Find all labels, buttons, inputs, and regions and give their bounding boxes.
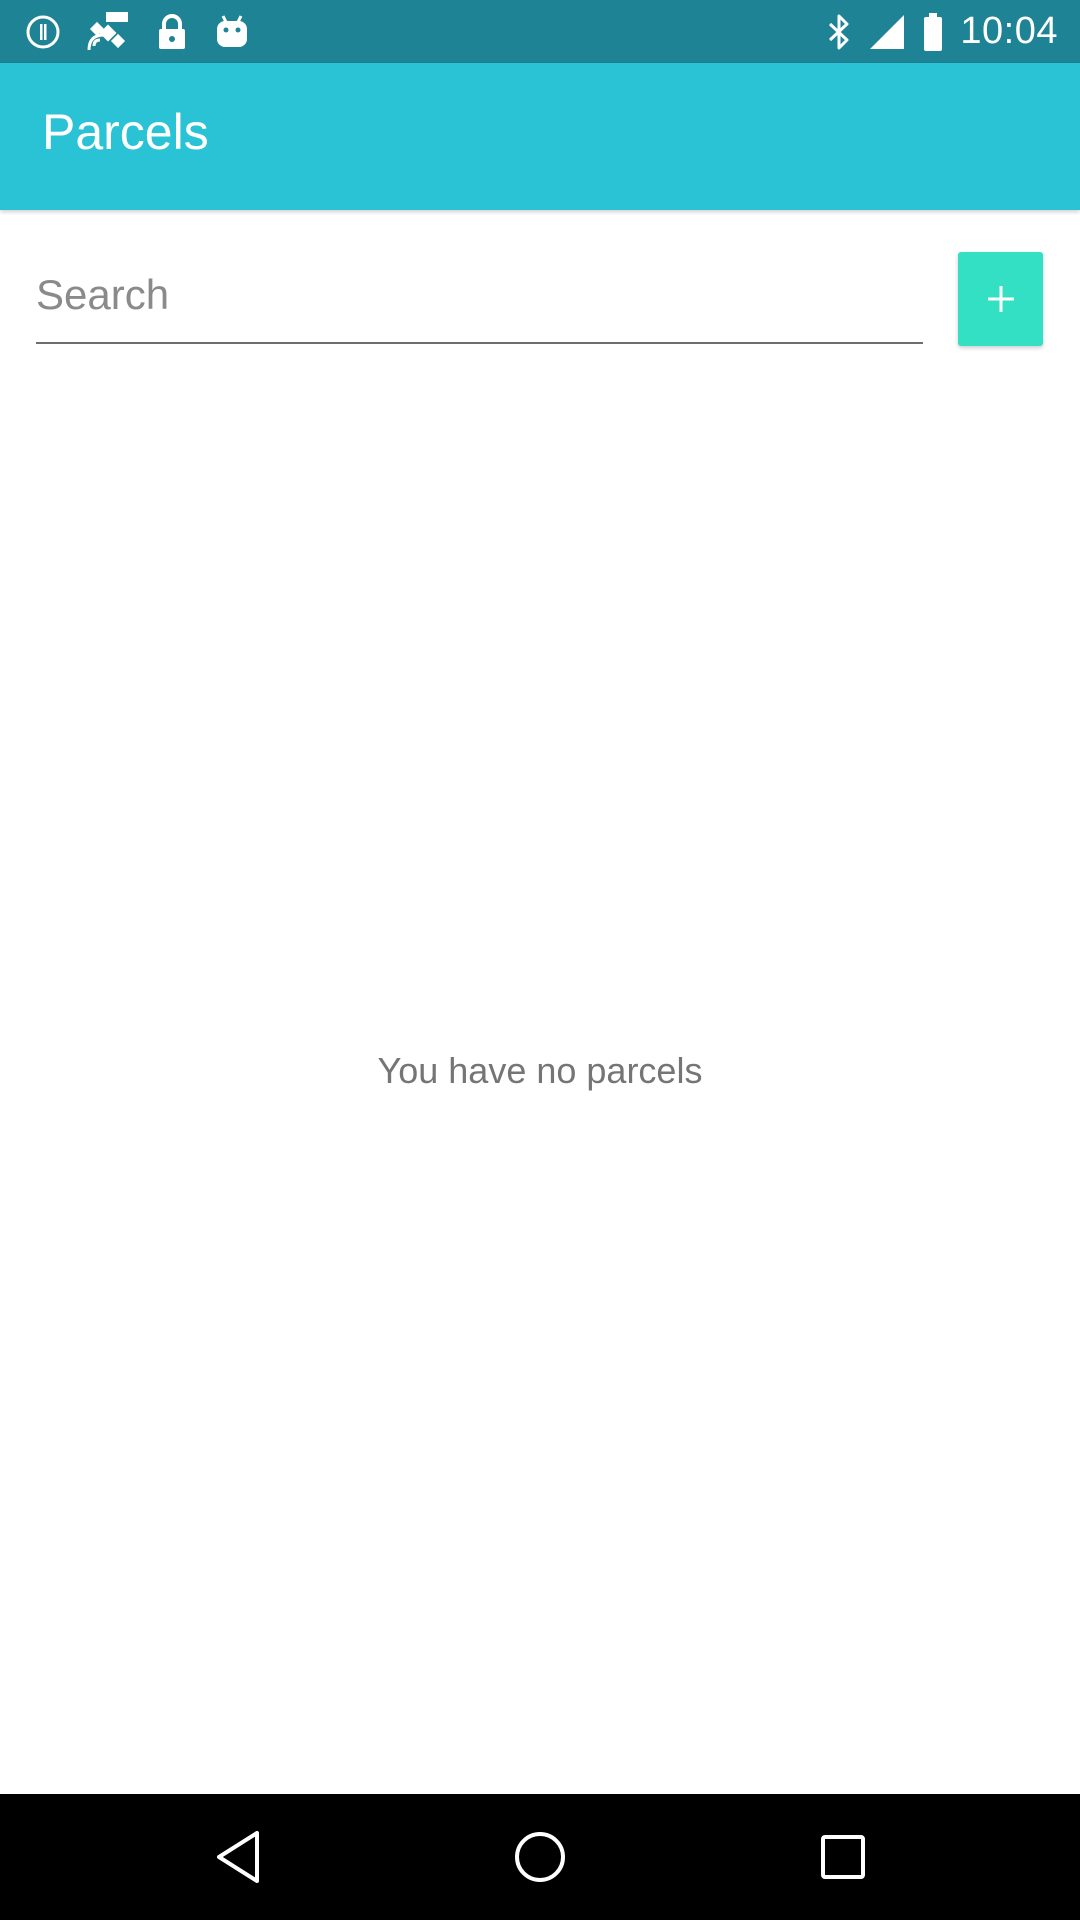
bluetooth-icon (829, 14, 849, 49)
android-icon (217, 14, 247, 47)
app-bar: Parcels (0, 63, 1080, 210)
status-time: 10:04 (960, 10, 1058, 52)
status-right-icons: 10:04 (826, 0, 1058, 63)
search-field[interactable] (36, 262, 923, 344)
empty-state-message: You have no parcels (377, 1050, 703, 1091)
navigation-bar (0, 1794, 1080, 1920)
back-button[interactable] (158, 1794, 318, 1920)
status-left-icons (26, 0, 250, 63)
plus-icon (987, 286, 1014, 312)
page-title: Parcels (42, 104, 209, 160)
battery-icon (924, 12, 943, 51)
back-icon (217, 1831, 259, 1883)
info-circle-icon (26, 15, 60, 48)
status-bar: 10:04 (0, 0, 1080, 63)
recents-icon (821, 1835, 865, 1879)
fake-gps-satellite-icon (87, 11, 128, 50)
home-button[interactable] (460, 1794, 620, 1920)
search-input[interactable] (36, 262, 923, 328)
recents-button[interactable] (763, 1794, 923, 1920)
add-parcel-button[interactable] (958, 252, 1043, 346)
home-icon (515, 1832, 565, 1882)
signal-icon (870, 14, 905, 49)
lock-icon (159, 13, 185, 49)
